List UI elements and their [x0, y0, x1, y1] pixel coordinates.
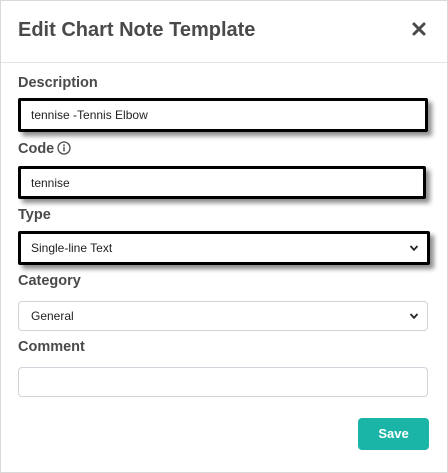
- chevron-down-icon: [409, 311, 419, 321]
- description-value: tennise -Tennis Elbow: [31, 108, 148, 122]
- type-select[interactable]: Single-line Text: [18, 231, 430, 265]
- edit-chart-note-template-dialog: Edit Chart Note Template Description ten…: [0, 0, 448, 473]
- dialog-title: Edit Chart Note Template: [18, 19, 256, 41]
- category-selected-value: General: [31, 309, 74, 323]
- type-label: Type: [18, 207, 51, 223]
- description-label: Description: [18, 75, 98, 91]
- chevron-down-icon: [409, 243, 419, 253]
- code-label: Code: [18, 141, 71, 157]
- comment-input[interactable]: [18, 367, 428, 397]
- code-label-text: Code: [18, 141, 55, 157]
- category-select[interactable]: General: [18, 301, 428, 331]
- save-button[interactable]: Save: [358, 418, 429, 450]
- category-label: Category: [18, 273, 81, 289]
- code-input[interactable]: tennise: [18, 166, 426, 199]
- type-selected-value: Single-line Text: [31, 241, 113, 255]
- code-value: tennise: [31, 175, 70, 190]
- dialog-header: Edit Chart Note Template: [1, 1, 447, 63]
- info-icon[interactable]: [57, 141, 71, 155]
- description-input[interactable]: tennise -Tennis Elbow: [18, 98, 428, 132]
- comment-label: Comment: [18, 339, 85, 355]
- close-icon[interactable]: [410, 20, 428, 38]
